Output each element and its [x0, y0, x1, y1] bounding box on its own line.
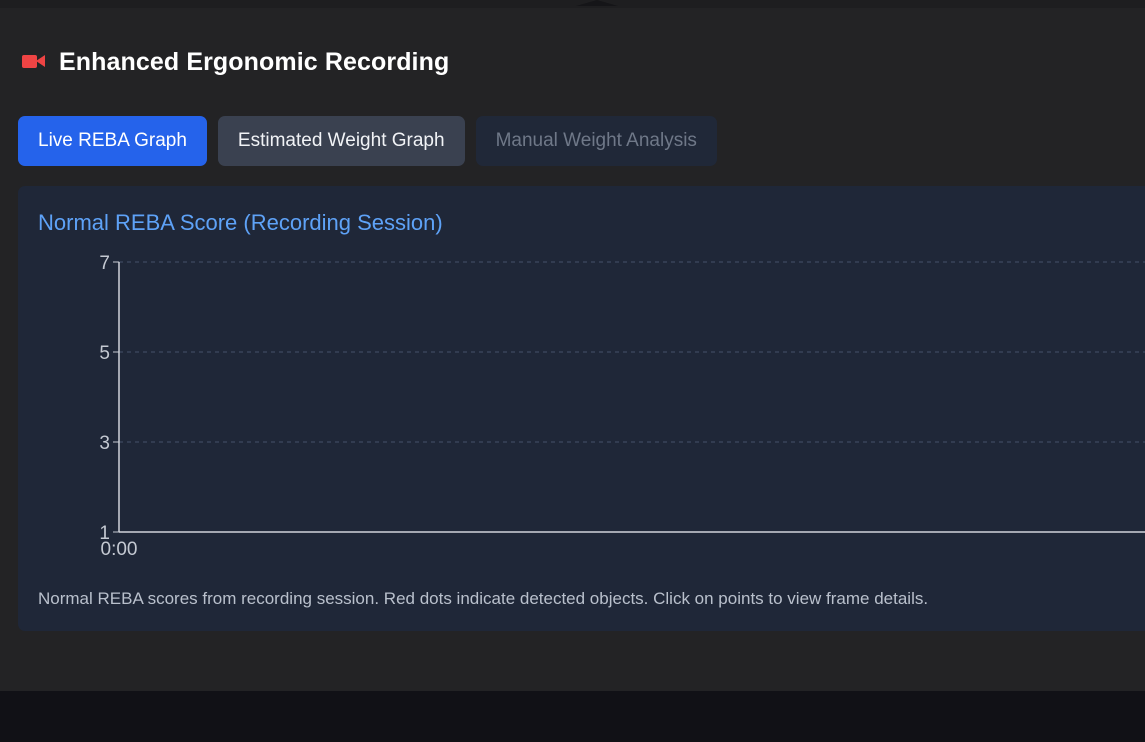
- video-camera-icon: [22, 54, 46, 70]
- chart-caption: Normal REBA scores from recording sessio…: [38, 589, 929, 608]
- tab-estimated-weight-graph[interactable]: Estimated Weight Graph: [217, 116, 465, 166]
- y-tick-label: 3: [99, 433, 110, 454]
- panel-header: Enhanced Ergonomic Recording: [22, 44, 449, 80]
- reba-chart-card: Normal REBA Score (Recording Session) 13…: [18, 186, 1145, 631]
- graph-tabs: Live REBA Graph Estimated Weight Graph M…: [18, 116, 728, 166]
- bottom-strip: [0, 691, 1145, 742]
- collapse-handle[interactable]: [576, 0, 618, 6]
- top-shade: [0, 0, 1145, 8]
- recording-panel: Enhanced Ergonomic Recording Live REBA G…: [0, 0, 1145, 691]
- page-title: Enhanced Ergonomic Recording: [59, 47, 450, 76]
- y-tick-label: 7: [99, 253, 110, 274]
- y-tick-label: 5: [99, 343, 110, 364]
- x-tick-label: 0:00: [101, 539, 138, 560]
- tab-live-reba-graph[interactable]: Live REBA Graph: [18, 116, 207, 166]
- tab-manual-weight-analysis[interactable]: Manual Weight Analysis: [475, 116, 717, 166]
- reba-score-chart[interactable]: 13570:00: [18, 186, 1145, 586]
